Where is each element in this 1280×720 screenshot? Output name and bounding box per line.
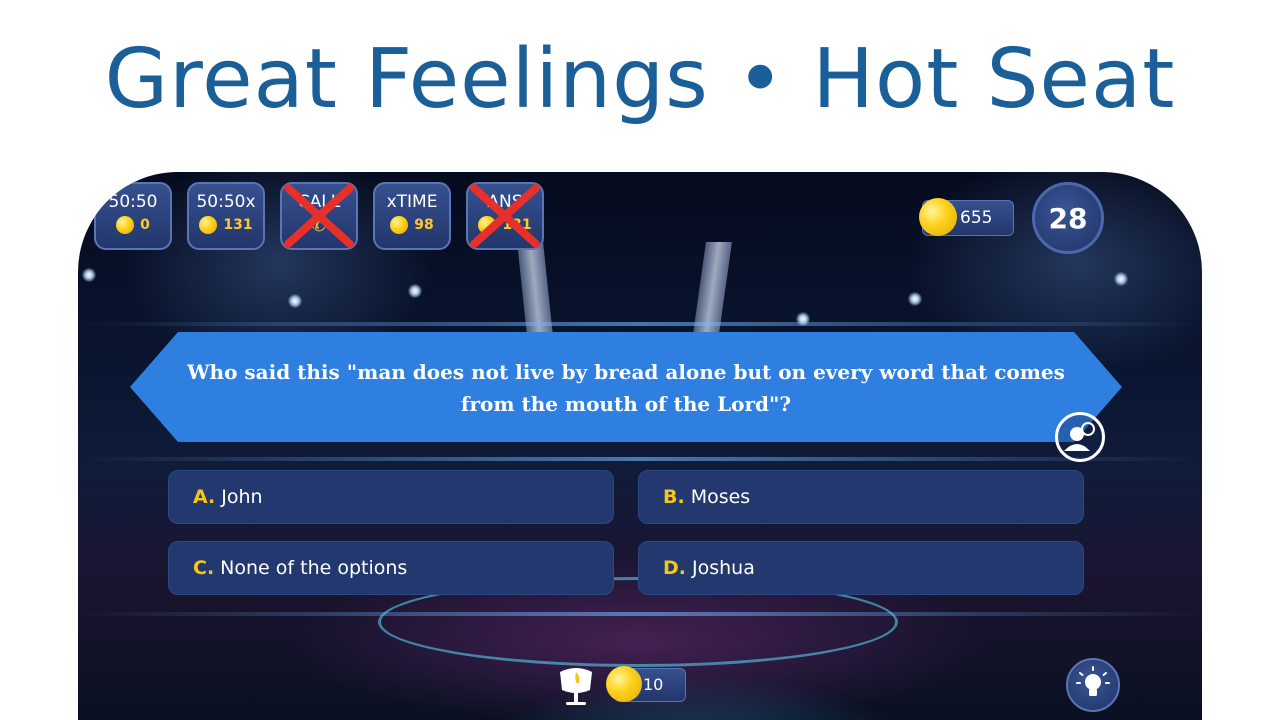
lifeline-label: ANS bbox=[487, 192, 523, 212]
spotlight bbox=[1114, 272, 1128, 286]
coin-icon bbox=[606, 666, 642, 702]
spotlight bbox=[408, 284, 422, 298]
page-title: Great Feelings • Hot Seat bbox=[104, 32, 1176, 127]
lifeline-cost-value: 98 bbox=[414, 217, 434, 233]
answer-text: Joshua bbox=[692, 557, 755, 579]
hot-seat-icon bbox=[560, 668, 592, 705]
lifeline-extra-time-button[interactable]: xTIME 98 bbox=[373, 182, 451, 250]
stage-background: 50:50 0 50:50x 131 CALL ✆ xTIME 98 ANS 1… bbox=[78, 172, 1202, 720]
hint-button[interactable] bbox=[1066, 658, 1120, 712]
lifeline-cost: 131 bbox=[468, 216, 542, 234]
lifeline-cost-value: 131 bbox=[502, 217, 532, 233]
lightbulb-icon bbox=[1076, 666, 1110, 696]
answer-a-button[interactable]: A. John bbox=[168, 470, 614, 524]
lifeline-call-button[interactable]: CALL ✆ bbox=[280, 182, 358, 250]
coin-icon bbox=[116, 216, 135, 234]
spotlight bbox=[796, 312, 810, 326]
answer-b-button[interactable]: B. Moses bbox=[638, 470, 1084, 524]
spotlight bbox=[288, 294, 302, 308]
lifeline-cost: 98 bbox=[375, 216, 449, 234]
lifeline-label: xTIME bbox=[386, 192, 438, 212]
countdown-timer: 28 bbox=[1032, 182, 1104, 254]
lifeline-label: 50:50 bbox=[108, 192, 158, 212]
hot-seat-button[interactable] bbox=[552, 662, 600, 710]
stage-rail bbox=[78, 322, 1202, 326]
answer-letter: D. bbox=[663, 557, 686, 579]
lifeline-answer-button[interactable]: ANS 131 bbox=[466, 182, 544, 250]
question-banner: Who said this "man does not live by brea… bbox=[130, 332, 1122, 442]
lifeline-fifty-fifty-button[interactable]: 50:50 0 bbox=[94, 182, 172, 250]
coin-icon bbox=[919, 198, 957, 236]
answer-text: Moses bbox=[690, 486, 751, 508]
audience-button[interactable] bbox=[1055, 412, 1105, 462]
answer-text: None of the options bbox=[220, 557, 408, 579]
lifeline-cost: 0 bbox=[96, 216, 170, 234]
coin-icon bbox=[199, 216, 218, 234]
lifeline-label: 50:50x bbox=[196, 192, 256, 212]
audience-icon bbox=[1064, 422, 1095, 451]
lifeline-cost: 131 bbox=[189, 216, 263, 234]
coin-icon bbox=[478, 216, 497, 234]
answer-text: John bbox=[221, 486, 263, 508]
lifeline-label: CALL bbox=[297, 192, 341, 212]
answer-c-button[interactable]: C. None of the options bbox=[168, 541, 614, 595]
lifeline-cost-value: 131 bbox=[223, 217, 253, 233]
answer-d-button[interactable]: D. Joshua bbox=[638, 541, 1084, 595]
lifeline-cost-value: 0 bbox=[140, 217, 150, 233]
coin-balance: 655 bbox=[919, 198, 1014, 236]
phone-icon: ✆ bbox=[311, 215, 327, 236]
question-text: Who said this "man does not live by brea… bbox=[187, 360, 1065, 416]
stage-rail bbox=[78, 457, 1202, 461]
answer-letter: A. bbox=[193, 486, 216, 508]
coin-icon bbox=[390, 216, 409, 234]
game-stage: 50:50 0 50:50x 131 CALL ✆ xTIME 98 ANS 1… bbox=[78, 172, 1202, 720]
lifeline-cost: ✆ bbox=[282, 216, 356, 236]
answer-letter: C. bbox=[193, 557, 215, 579]
coin-balance-value: 655 bbox=[960, 208, 993, 228]
lifeline-fifty-fifty-x-button[interactable]: 50:50x 131 bbox=[187, 182, 265, 250]
spotlight bbox=[908, 292, 922, 306]
spotlight bbox=[82, 268, 96, 282]
hot-seat-coins-value: 10 bbox=[643, 675, 664, 694]
answer-letter: B. bbox=[663, 486, 685, 508]
